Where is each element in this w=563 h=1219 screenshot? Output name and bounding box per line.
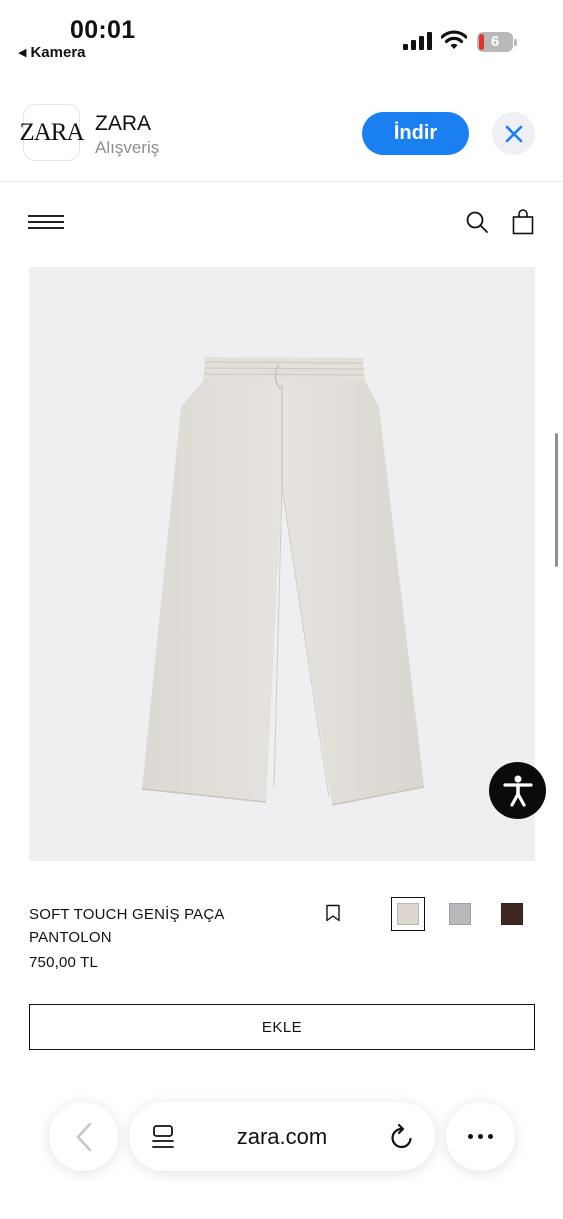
trousers-illustration [141,357,425,806]
clock: 00:01 [70,16,136,44]
zara-app-icon: ZARA [19,104,85,161]
product-image[interactable] [29,267,535,861]
color-swatch-1[interactable] [391,897,425,931]
dot [468,1134,473,1139]
chevron-left-icon [76,1122,91,1151]
product-price: 750,00 TL [29,954,99,971]
back-triangle-icon: ◀ [18,47,27,59]
page-menu-icon[interactable] [151,1124,175,1150]
color-swatch-3[interactable] [495,897,529,931]
menu-icon[interactable] [28,212,64,232]
product-name: SOFT TOUCH GENİŞ PAÇA PANTOLON [29,906,224,946]
accessibility-button[interactable] [489,762,546,819]
shopping-bag-icon[interactable] [512,209,534,235]
wifi-icon [441,30,467,49]
color-chip [449,903,471,925]
add-to-cart-button[interactable]: EKLE [29,1004,535,1050]
app-name: ZARA [95,112,152,135]
dot [478,1134,483,1139]
bookmark-icon[interactable] [325,904,341,922]
more-options-button[interactable] [446,1102,515,1171]
color-swatch-2[interactable] [443,897,477,931]
dot [488,1134,493,1139]
battery-level: 6 [490,33,500,50]
reload-icon[interactable] [389,1123,415,1151]
site-header [0,200,563,244]
url-text[interactable]: zara.com [185,1102,379,1171]
battery-icon: 6 [477,32,517,52]
browser-back-button[interactable] [49,1102,118,1171]
install-app-button[interactable]: İndir [362,112,469,155]
status-bar: 00:01 ◀ Kamera 6 [0,0,563,70]
back-app-label: Kamera [30,44,86,61]
scroll-indicator[interactable] [555,433,558,567]
close-icon [505,125,522,142]
cellular-signal-icon [403,32,432,50]
accessibility-icon [502,775,533,807]
smart-app-banner: ZARA ZARA Alışveriş İndir [0,100,563,182]
address-bar[interactable]: zara.com [129,1102,435,1171]
color-chip [397,903,419,925]
app-category: Alışveriş [95,138,160,157]
color-chip [501,903,523,925]
app-icon-logo: ZARA [19,118,84,146]
back-to-app-link[interactable]: ◀ Kamera [18,44,86,61]
search-icon[interactable] [465,210,489,234]
close-banner-button[interactable] [492,112,535,155]
